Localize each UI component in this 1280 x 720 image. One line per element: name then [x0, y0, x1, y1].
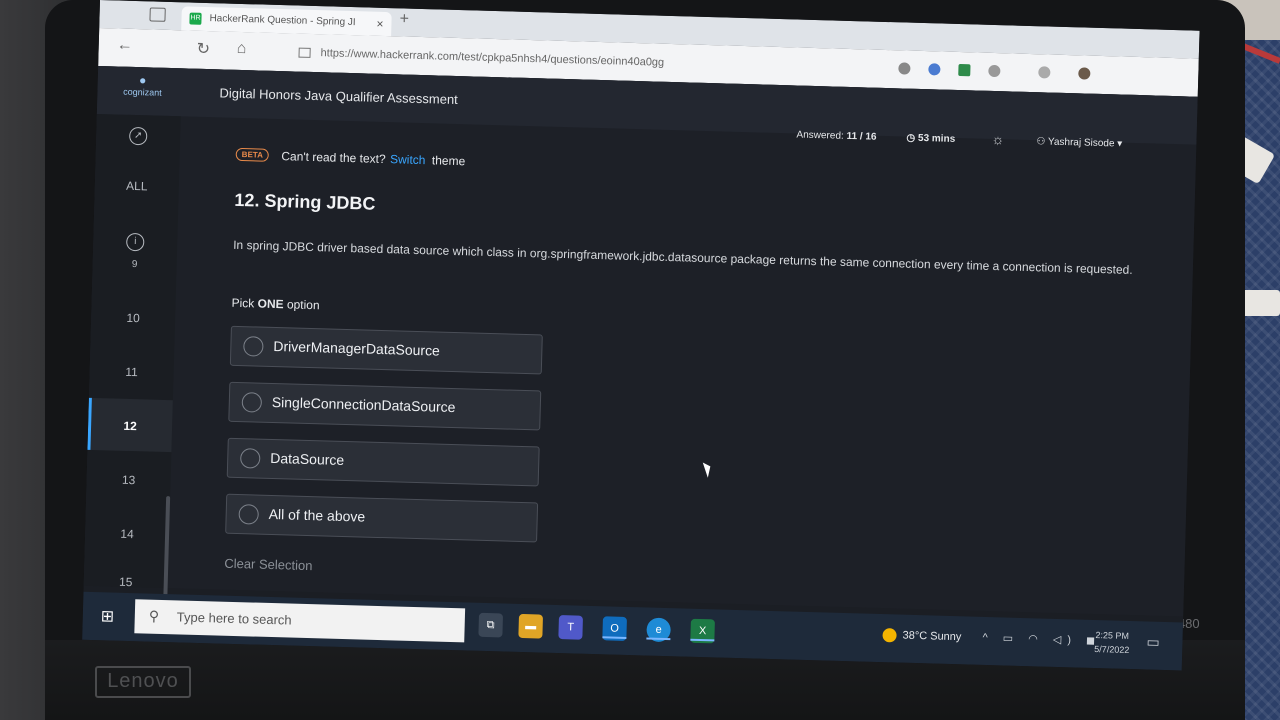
extension-icon[interactable] — [958, 63, 971, 77]
theme-toggle-icon[interactable]: ☼ — [991, 131, 1004, 147]
sidebar-item-11[interactable]: 11 — [89, 364, 173, 380]
sidebar-item-13[interactable]: 13 — [86, 472, 170, 488]
back-icon[interactable]: ← — [116, 36, 133, 54]
refresh-icon[interactable]: ↻ — [196, 39, 210, 59]
mouse-cursor-icon — [702, 460, 714, 478]
cognizant-logo: ● cognizant — [123, 73, 162, 98]
taskbar-clock[interactable]: 2:25 PM 5/7/2022 — [1094, 628, 1130, 657]
close-tab-icon[interactable]: × — [376, 12, 384, 36]
radio-button[interactable] — [238, 504, 259, 525]
favorites-icon[interactable] — [1038, 66, 1051, 79]
timer: ◷ 53 mins — [906, 132, 956, 145]
laptop-screen: HR HackerRank Question - Spring JI × + ←… — [82, 0, 1200, 671]
user-menu[interactable]: ⚇ Yashraj Sisode ▾ — [1036, 136, 1122, 149]
radio-button[interactable] — [241, 392, 263, 413]
notice-text: Can't read the text? — [281, 149, 386, 167]
edge-icon[interactable]: e — [646, 617, 671, 643]
extension-icon[interactable] — [928, 63, 941, 76]
question-text: In spring JDBC driver based data source … — [233, 237, 1133, 277]
clear-selection-link[interactable]: Clear Selection — [224, 556, 313, 573]
option-label: DriverManagerDataSource — [273, 337, 441, 359]
extension-icon[interactable] — [988, 64, 1001, 78]
task-view-icon[interactable]: ⧉ — [478, 612, 504, 638]
info-icon[interactable]: i — [93, 232, 177, 252]
pick-instruction: Pick ONE option — [231, 295, 320, 313]
home-icon[interactable]: ⌂ — [236, 40, 246, 58]
sidebar-item-12[interactable]: 12 — [88, 418, 172, 434]
lock-icon — [298, 47, 311, 58]
radio-button[interactable] — [243, 336, 264, 357]
question-title: 12. Spring JDBC — [234, 189, 376, 214]
sidebar-item-14[interactable]: 14 — [85, 526, 169, 542]
window-icon[interactable] — [149, 7, 166, 22]
assessment-title: Digital Honors Java Qualifier Assessment — [219, 85, 459, 108]
hackerrank-favicon-icon: HR — [189, 12, 202, 25]
windows-start-icon[interactable]: ⊞ — [101, 606, 115, 626]
beta-badge: BETA — [235, 148, 270, 163]
search-placeholder: Type here to search — [176, 609, 292, 628]
system-tray-icons[interactable]: ^ ▭ ◠ ◁) ◼ — [982, 631, 1101, 647]
option-label: DataSource — [270, 449, 345, 468]
brand-logo: Lenovo — [95, 666, 191, 698]
theme-notice: BETA Can't read the text? Switch theme — [235, 146, 465, 170]
option-3[interactable]: DataSource — [226, 437, 540, 487]
sidebar-all[interactable]: ALL — [95, 178, 179, 194]
option-4[interactable]: All of the above — [225, 493, 539, 543]
notice-suffix: theme — [431, 153, 466, 169]
url-field[interactable]: https://www.hackerrank.com/test/cpkpa5nh… — [298, 42, 718, 76]
outlook-icon[interactable]: O — [602, 616, 627, 641]
sidebar-item-9[interactable]: 9 — [92, 258, 176, 271]
notification-icon[interactable]: ▭ — [1146, 633, 1160, 650]
file-explorer-icon[interactable]: ▬ — [518, 613, 544, 639]
assessment-page: ● cognizant Digital Honors Java Qualifier… — [83, 65, 1198, 617]
answered-counter: Answered: 11 / 16 — [796, 129, 877, 143]
option-label: All of the above — [268, 505, 366, 525]
search-icon: ⚲ — [148, 607, 160, 624]
sidebar-item-15[interactable]: 15 — [84, 574, 168, 590]
sun-icon — [882, 628, 897, 643]
url-text: https://www.hackerrank.com/test/cpkpa5nh… — [320, 47, 665, 69]
sidebar-item-10[interactable]: 10 — [91, 310, 175, 326]
option-2[interactable]: SingleConnectionDataSource — [228, 381, 542, 431]
radio-button[interactable] — [239, 448, 261, 469]
option-label: SingleConnectionDataSource — [271, 393, 456, 416]
taskbar-search[interactable]: ⚲ Type here to search — [134, 599, 466, 643]
profile-avatar[interactable] — [1078, 67, 1091, 80]
teams-icon[interactable]: T — [558, 615, 583, 640]
extension-icon[interactable] — [898, 62, 911, 75]
compass-icon[interactable]: ➚ — [96, 126, 180, 146]
question-sidebar: ➚ ALL i 9 10 11 12 13 14 15 — [83, 113, 181, 617]
excel-icon[interactable]: X — [690, 618, 715, 644]
new-tab-icon[interactable]: + — [399, 10, 409, 28]
weather-widget[interactable]: 38°C Sunny — [882, 628, 962, 644]
option-1[interactable]: DriverManagerDataSource — [229, 325, 543, 375]
switch-theme-link[interactable]: Switch — [390, 152, 426, 167]
